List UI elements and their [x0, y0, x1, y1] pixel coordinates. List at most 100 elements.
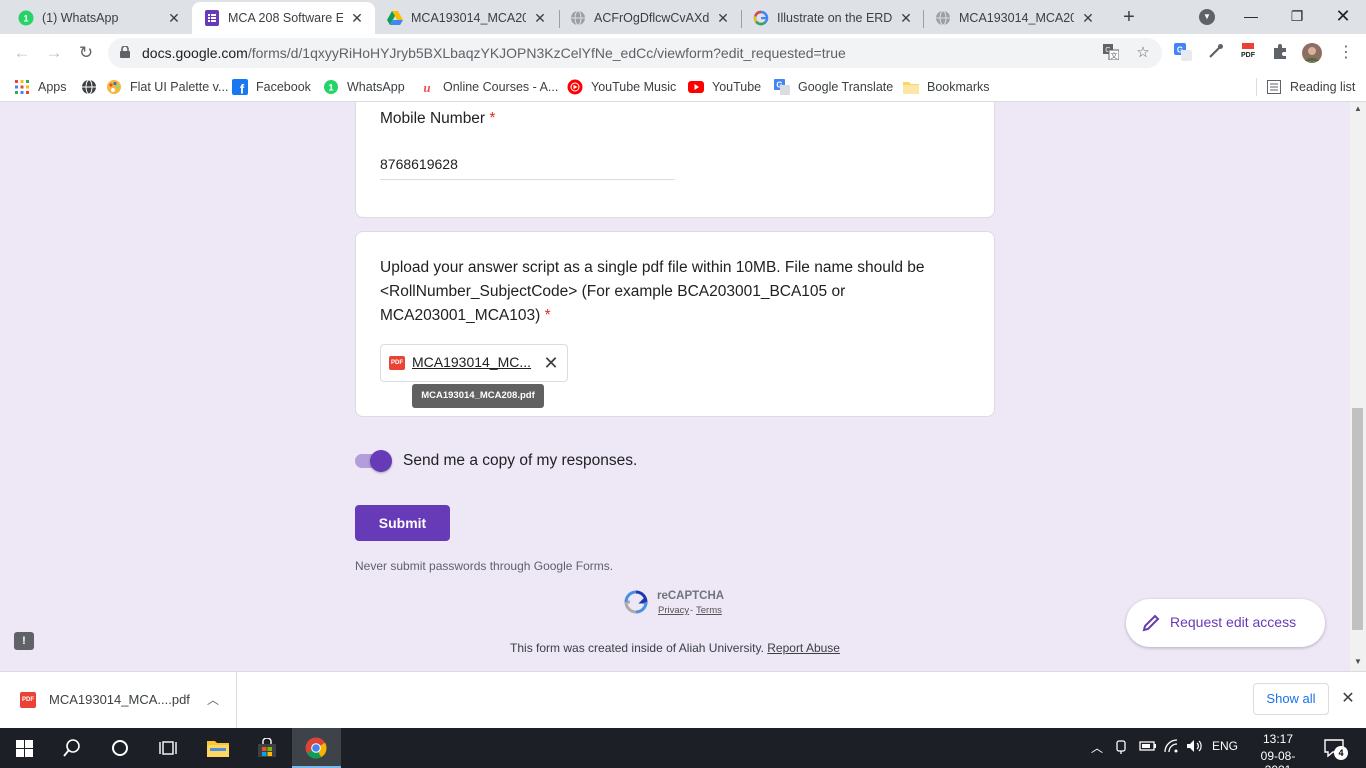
url-text: docs.google.com/forms/d/1qxyyRiHoHYJryb5…	[142, 45, 846, 61]
page-viewport: Mobile Number * 8768619628 Upload your a…	[0, 102, 1366, 671]
input-underline	[380, 179, 675, 180]
bookmark-google-translate[interactable]: G Google Translate	[774, 76, 893, 98]
recaptcha-terms-link[interactable]: Terms	[696, 605, 722, 616]
meet-now-icon[interactable]	[1115, 739, 1129, 758]
svg-text:f: f	[240, 82, 245, 96]
udemy-icon: u	[419, 79, 435, 95]
back-button[interactable]: ←	[10, 42, 34, 64]
bookmark-flat-ui-palette[interactable]: Flat UI Palette v...	[106, 76, 228, 98]
scroll-up-arrow[interactable]: ▲	[1350, 102, 1366, 116]
close-icon[interactable]: ✕	[166, 10, 182, 26]
clock-time[interactable]: 13:17	[1248, 732, 1308, 746]
forward-button[interactable]: →	[42, 42, 66, 64]
windows-taskbar: ︿ ENG 13:17 09-08-2021 4	[0, 728, 1366, 768]
clock-date[interactable]: 09-08-2021	[1248, 749, 1308, 768]
question-card-mobile: Mobile Number * 8768619628	[355, 102, 995, 218]
new-tab-button[interactable]: +	[1119, 7, 1139, 27]
restore-button[interactable]: ❐	[1286, 6, 1308, 26]
uploaded-file-chip[interactable]: PDF MCA193014_MC... ✕	[380, 344, 568, 382]
request-edit-access-button[interactable]: Request edit access	[1126, 599, 1325, 647]
close-window-button[interactable]: ✕	[1332, 6, 1354, 26]
download-item[interactable]: PDF MCA193014_MCA....pdf ︿	[0, 672, 237, 728]
bookmark-folder[interactable]: Bookmarks	[903, 76, 990, 98]
page-scrollbar[interactable]: ▲ ▼	[1350, 102, 1366, 671]
extensions-puzzle-icon[interactable]	[1270, 43, 1290, 63]
task-view-icon[interactable]	[144, 728, 192, 768]
input-language[interactable]: ENG	[1212, 739, 1238, 753]
google-icon	[753, 10, 769, 26]
recaptcha-privacy-link[interactable]: Privacy	[658, 605, 689, 616]
svg-text:文: 文	[1111, 51, 1118, 60]
submit-button[interactable]: Submit	[355, 505, 450, 541]
report-abuse-link[interactable]: Report Abuse	[767, 641, 840, 655]
cortana-icon[interactable]	[96, 728, 144, 768]
tab-google-drive[interactable]: MCA193014_MCA208. ✕	[375, 2, 558, 34]
tab-attachment[interactable]: ACFrOgDflcwCvAXdQ\ ✕	[558, 2, 741, 34]
recaptcha-label: reCAPTCHA	[657, 590, 725, 602]
globe-icon	[81, 79, 97, 95]
chevron-up-icon[interactable]: ︿	[1091, 739, 1103, 756]
scroll-down-arrow[interactable]: ▼	[1350, 655, 1366, 669]
close-icon[interactable]: ✕	[898, 10, 914, 26]
search-icon[interactable]	[48, 728, 96, 768]
bookmark-star-icon[interactable]: ☆	[1134, 44, 1152, 62]
remove-file-button[interactable]: ✕	[541, 353, 561, 373]
minimize-button[interactable]: —	[1240, 6, 1262, 26]
windows-start-icon[interactable]	[0, 728, 48, 768]
password-warning: Never submit passwords through Google Fo…	[355, 559, 614, 573]
bookmark-youtube[interactable]: YouTube	[688, 76, 761, 98]
uploaded-file-name[interactable]: MCA193014_MC...	[412, 354, 531, 370]
close-icon[interactable]: ✕	[349, 10, 365, 26]
report-issue-icon[interactable]: !	[14, 632, 34, 650]
recaptcha-logo-icon	[624, 590, 648, 614]
tab-pdf-file[interactable]: MCA193014_MCA208 ✕	[923, 2, 1106, 34]
address-bar[interactable]: docs.google.com/forms/d/1qxyyRiHoHYJryb5…	[108, 38, 1162, 68]
chrome-taskbar-icon[interactable]	[292, 728, 340, 768]
reload-button[interactable]: ↻	[74, 42, 98, 64]
bookmark-label: Google Translate	[798, 80, 894, 94]
folder-icon	[903, 79, 919, 95]
close-icon[interactable]: ✕	[532, 10, 548, 26]
facebook-icon: f	[232, 79, 248, 95]
svg-text:u: u	[423, 80, 430, 95]
svg-text:PDF: PDF	[1241, 52, 1256, 59]
show-all-downloads-button[interactable]: Show all	[1253, 683, 1329, 715]
mobile-number-input[interactable]: 8768619628	[380, 156, 458, 172]
tab-google-search[interactable]: Illustrate on the ERD o ✕	[741, 2, 924, 34]
globe-icon	[570, 10, 586, 26]
bookmark-whatsapp[interactable]: 1 WhatsApp	[323, 76, 405, 98]
eyedropper-icon[interactable]	[1206, 43, 1226, 63]
reading-list-button[interactable]: Reading list	[1266, 76, 1355, 98]
volume-icon[interactable]	[1186, 739, 1204, 756]
bookmark-online-courses[interactable]: u Online Courses - A...	[419, 76, 558, 98]
bookmark-youtube-music[interactable]: YouTube Music	[567, 76, 676, 98]
scrollbar-thumb[interactable]	[1352, 408, 1363, 630]
wifi-icon[interactable]	[1163, 739, 1179, 756]
bookmark-apps[interactable]: Apps	[14, 76, 67, 98]
browser-menu-icon[interactable]: ⋮	[1336, 43, 1356, 63]
battery-icon[interactable]	[1139, 739, 1157, 756]
svg-text:1: 1	[23, 14, 28, 24]
tab-whatsapp[interactable]: 1 (1) WhatsApp ✕	[6, 2, 192, 34]
google-translate-extension-icon[interactable]: G	[1173, 43, 1193, 63]
tab-google-forms[interactable]: MCA 208 Software Eng ✕	[192, 2, 375, 34]
tab-search-button[interactable]: ▼	[1199, 9, 1215, 25]
chevron-up-icon[interactable]: ︿	[203, 690, 223, 710]
question-title: Mobile Number *	[380, 107, 495, 131]
send-copy-toggle-knob[interactable]	[370, 450, 392, 472]
profile-avatar[interactable]	[1302, 43, 1322, 63]
close-icon[interactable]: ✕	[715, 10, 731, 26]
pdf-file-icon: PDF	[389, 356, 405, 370]
translate-icon[interactable]: G文	[1102, 44, 1120, 62]
bookmark-facebook[interactable]: f Facebook	[232, 76, 311, 98]
microsoft-store-icon[interactable]	[243, 728, 291, 768]
close-download-shelf-button[interactable]: ✕	[1338, 688, 1358, 710]
question-line: <RollNumber_SubjectCode> (For example BC…	[380, 283, 846, 300]
pdf-extension-icon[interactable]: PDF	[1238, 43, 1258, 63]
close-icon[interactable]: ✕	[1080, 10, 1096, 26]
bookmark-label: WhatsApp	[347, 80, 405, 94]
google-forms-icon	[204, 10, 220, 26]
file-explorer-icon[interactable]	[194, 728, 242, 768]
reading-list-icon	[1266, 79, 1282, 95]
bookmark-globe[interactable]	[81, 76, 105, 98]
